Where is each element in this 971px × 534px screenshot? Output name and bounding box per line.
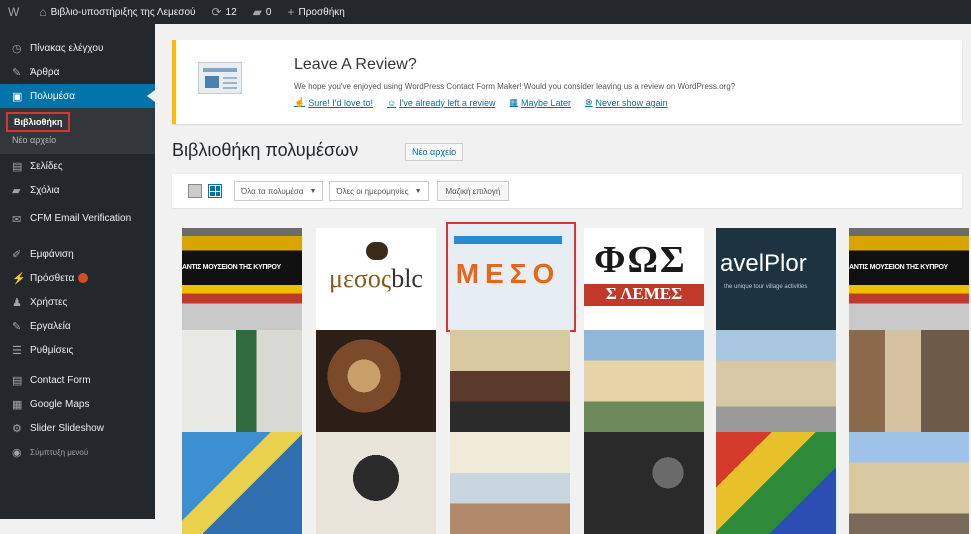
notice-links: ☝ Sure! I'd love to! ☺ I've already left a… [294,97,682,108]
menu-posts[interactable]: ✎ Άρθρα [0,60,155,84]
submenu-library[interactable]: Βιβλιοθήκη [6,112,71,132]
media-item[interactable] [849,330,969,432]
menu-pages[interactable]: ▤ Σελίδες [0,154,155,178]
media-submenu: Βιβλιοθήκη Νέο αρχείο [0,108,155,154]
new-content-link[interactable]: + Προσθήκη [279,0,352,24]
media-item[interactable]: μεσος blc [316,228,436,330]
comment-icon: ▰ [252,5,262,19]
review-later-link[interactable]: ▦ Maybe Later [509,97,571,108]
menu-cfm-email-verification[interactable]: ✉ CFM Email Verification [0,202,155,236]
review-yes-link[interactable]: ☝ Sure! I'd love to! [294,97,373,108]
form-icon: ▤ [12,374,23,387]
media-item[interactable] [182,330,302,432]
site-name-link[interactable]: ⌂ Βιβλιο-υποστήριξης της Λεμεσού [31,0,203,24]
updates-link[interactable]: ⟳ 12 [203,0,244,24]
menu-tools[interactable]: ✎ Εργαλεία [0,314,155,338]
settings-icon: ☰ [12,344,22,357]
comments-icon: ▰ [12,184,21,197]
media-item[interactable]: avelPlor the unique tour village activiti… [716,228,836,330]
media-item[interactable] [316,330,436,432]
email-icon: ✉ [12,213,22,226]
date-filter[interactable]: Όλες οι ημερομηνίες ▼ [329,181,429,201]
slider-icon: ⚙ [12,422,22,435]
pages-icon: ▤ [12,160,23,173]
plugin-logo-icon [198,62,242,94]
pin-icon: ✎ [12,66,22,79]
wordpress-logo-icon[interactable]: W [0,0,31,24]
home-icon: ⌂ [39,5,47,19]
bulk-select-button[interactable]: Μαζική επιλογή [436,181,510,201]
media-icon: ▣ [12,90,23,103]
media-item[interactable]: ΑΝΤΙΣ ΜΟΥΣΕΙΟΝ ΤΗΣ ΚΥΠΡΟΥ [849,228,969,330]
media-item[interactable] [450,330,570,432]
refresh-icon: ⟳ [211,5,222,19]
media-item[interactable] [716,330,836,432]
notice-title: Leave A Review? [294,56,417,73]
chevron-down-icon: ▼ [309,187,317,195]
add-new-button[interactable]: Νέο αρχείο [405,143,464,161]
plus-icon: + [287,5,295,19]
review-notice: Leave A Review? We hope you've enjoyed u… [172,40,962,124]
calendar-icon: ▦ [509,97,518,107]
media-grid: ΑΝΤΙΣ ΜΟΥΣΕΙΟΝ ΤΗΣ ΚΥΠΡΟΥ μεσος blc ΜΕΣΟ … [172,218,969,534]
submenu-add-new[interactable]: Νέο αρχείο [0,132,155,148]
menu-media[interactable]: ▣ Πολυμέσα [0,84,155,108]
close-circle-icon: ⊗ [585,97,593,107]
review-never-link[interactable]: ⊗ Never show again [585,97,668,108]
menu-settings[interactable]: ☰ Ρυθμίσεις [0,338,155,362]
menu-users[interactable]: ♟ Χρήστες [0,290,155,314]
thumbs-up-icon: ☝ [294,97,306,107]
comments-link[interactable]: ▰ 0 [245,0,280,24]
list-view-icon[interactable] [188,184,202,198]
smile-icon: ☺ [386,97,397,108]
page-title: Βιβλιοθήκη πολυμέσων [172,140,359,160]
media-toolbar: Όλα τα πολυμέσα ▼ Όλες οι ημερομηνίες ▼ Μα… [172,174,962,208]
brush-icon: ✐ [12,248,22,261]
tools-icon: ✎ [12,320,22,333]
grid-view-icon[interactable] [208,184,222,198]
menu-plugins[interactable]: ⚡ Πρόσθετα [0,266,155,290]
menu-comments[interactable]: ▰ Σχόλια [0,178,155,202]
plugins-update-badge [78,273,89,283]
menu-google-maps[interactable]: ▦ Google Maps [0,392,155,416]
menu-slider-slideshow[interactable]: ⚙ Slider Slideshow [0,416,155,440]
chevron-down-icon: ▼ [414,187,422,195]
plugins-icon: ⚡ [12,272,26,285]
menu-collapse[interactable]: ◉ Σύμπτυξη μενού [0,440,155,464]
review-already-link[interactable]: ☺ I've already left a review [387,97,495,108]
media-item-selected[interactable]: ΜΕΣΟ [446,222,576,332]
dashboard-icon: ◷ [12,42,22,55]
notice-text: We hope you've enjoyed using WordPress C… [294,82,736,91]
media-item[interactable] [584,330,704,432]
menu-contact-form[interactable]: ▤ Contact Form [0,368,155,392]
menu-appearance[interactable]: ✐ Εμφάνιση [0,242,155,266]
media-item[interactable]: ΦΩΣ Σ ΛΕΜΕΣ [584,228,704,330]
admin-bar: W ⌂ Βιβλιο-υποστήριξης της Λεμεσού ⟳ 12 ▰ 0… [0,0,971,24]
admin-sidebar: ◷ Πίνακας ελέγχου ✎ Άρθρα ▣ Πολυμέσα Βιβλιο… [0,24,155,519]
media-item[interactable]: ΑΝΤΙΣ ΜΟΥΣΕΙΟΝ ΤΗΣ ΚΥΠΡΟΥ [182,228,302,330]
collapse-icon: ◉ [12,446,22,459]
menu-dashboard[interactable]: ◷ Πίνακας ελέγχου [0,36,155,60]
users-icon: ♟ [12,296,22,309]
map-icon: ▦ [12,398,23,411]
media-type-filter[interactable]: Όλα τα πολυμέσα ▼ [234,181,324,201]
